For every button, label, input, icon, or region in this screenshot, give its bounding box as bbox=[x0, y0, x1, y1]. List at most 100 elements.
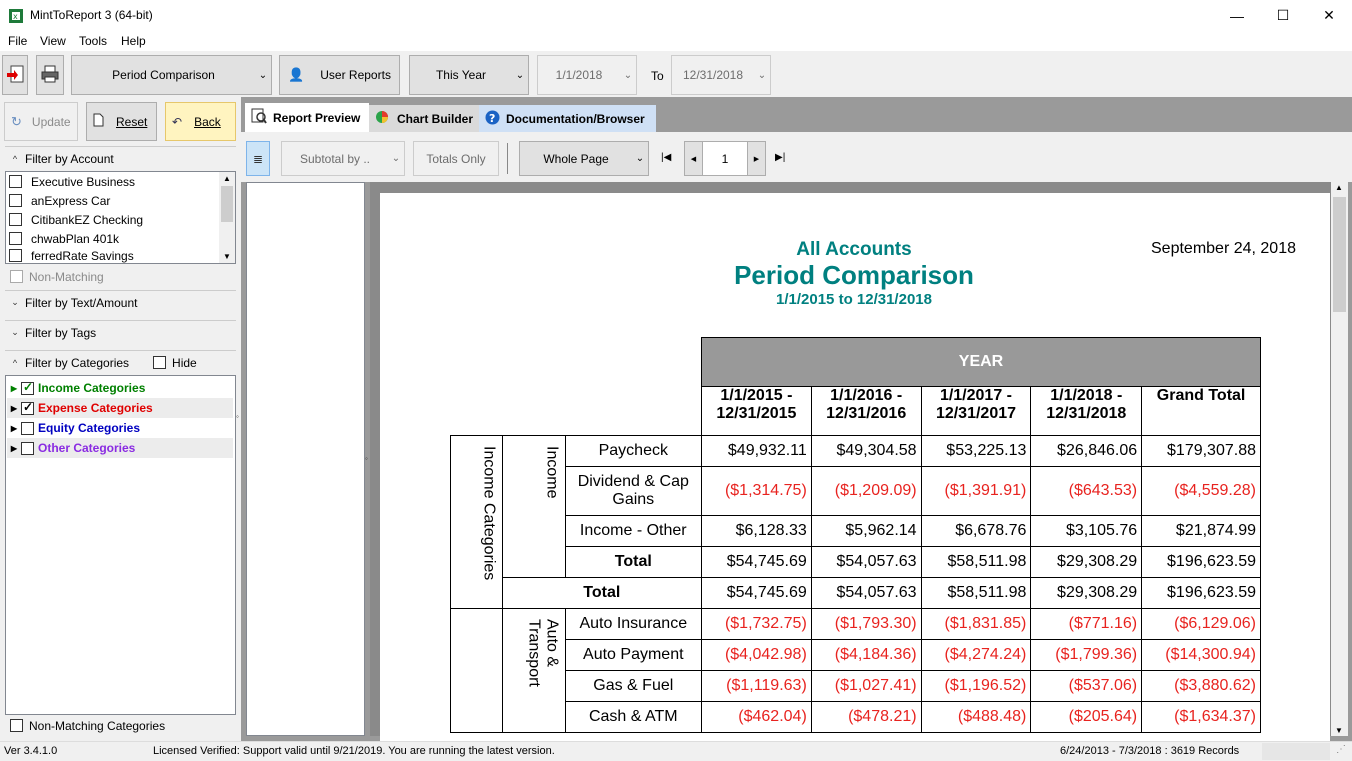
expand-icon[interactable]: ▶ bbox=[7, 444, 21, 453]
checkbox[interactable] bbox=[9, 249, 22, 262]
date-from-picker[interactable]: 1/1/2018 ⌄ bbox=[537, 55, 637, 95]
tree-item-expense[interactable]: ▶Expense Categories bbox=[7, 398, 233, 418]
non-matching-accounts[interactable]: Non-Matching bbox=[10, 267, 104, 286]
report-scrollbar[interactable]: ▲ ▼ bbox=[1331, 182, 1348, 736]
table-cell: $53,225.13 bbox=[920, 435, 1032, 467]
table-cell: ($643.53) bbox=[1030, 466, 1143, 516]
splitter-handle[interactable]: ◦ bbox=[236, 412, 239, 421]
tree-item-equity[interactable]: ▶ Equity Categories bbox=[7, 418, 233, 438]
first-page-icon[interactable]: |◀ bbox=[661, 152, 671, 163]
totals-only-button[interactable]: Totals Only bbox=[413, 141, 499, 176]
filter-tags-header[interactable]: ⌄ Filter by Tags bbox=[5, 320, 236, 344]
minimize-button[interactable]: — bbox=[1214, 0, 1260, 31]
filter-account-header[interactable]: ^ Filter by Account bbox=[5, 146, 236, 170]
table-cell: ($1,831.85) bbox=[920, 608, 1032, 640]
checkbox[interactable] bbox=[9, 175, 22, 188]
prev-page-button[interactable]: ◀ bbox=[685, 142, 703, 175]
table-cell: ($4,274.24) bbox=[920, 639, 1032, 671]
row-label: Paycheck bbox=[564, 435, 702, 467]
checkbox[interactable] bbox=[9, 213, 22, 226]
close-button[interactable]: ✕ bbox=[1306, 0, 1352, 31]
splitter-handle[interactable]: ◦ bbox=[365, 454, 368, 463]
user-icon: 👤 bbox=[288, 67, 305, 82]
row-label: Dividend & Cap Gains bbox=[564, 466, 702, 516]
main-toolbar: Period Comparison ⌄ 👤 User Reports This … bbox=[0, 51, 1352, 97]
page-number-input[interactable]: 1 bbox=[703, 142, 747, 175]
table-cell: ($14,300.94) bbox=[1141, 639, 1261, 671]
row-label: Total bbox=[501, 577, 702, 609]
resize-grip-icon[interactable]: ⋰ bbox=[1336, 744, 1346, 755]
filter-panel: ↻ Update Reset ↶ Back ^ Filter by Accoun… bbox=[0, 97, 241, 741]
status-bar: Ver 3.4.1.0 Licensed Verified: Support v… bbox=[0, 741, 1352, 761]
zoom-select[interactable]: Whole Page ⌄ bbox=[519, 141, 649, 176]
thumbnails-toggle-button[interactable]: ≣ bbox=[246, 141, 270, 176]
account-item[interactable]: ferredRate Savings bbox=[9, 248, 134, 263]
row-group-expense bbox=[450, 608, 503, 733]
version-label: Ver 3.4.1.0 bbox=[4, 745, 58, 757]
tab-documentation[interactable]: ? Documentation/Browser bbox=[479, 105, 656, 132]
chevron-up-icon[interactable]: ▲ bbox=[1335, 183, 1343, 192]
chevron-up-icon: ^ bbox=[12, 153, 18, 164]
to-label: To bbox=[651, 69, 664, 83]
help-icon: ? bbox=[485, 110, 500, 128]
scroll-thumb[interactable] bbox=[221, 186, 233, 222]
checkbox[interactable] bbox=[21, 441, 34, 455]
checkbox[interactable] bbox=[21, 400, 34, 415]
expand-icon[interactable]: ▶ bbox=[7, 424, 21, 433]
table-cell: $49,932.11 bbox=[700, 435, 812, 467]
table-cell: $21,874.99 bbox=[1141, 515, 1261, 547]
subtotal-select[interactable]: Subtotal by .. ⌄ bbox=[281, 141, 405, 176]
period-select[interactable]: This Year ⌄ bbox=[409, 55, 529, 95]
table-cell: ($4,559.28) bbox=[1141, 466, 1261, 516]
table-cell: ($1,732.75) bbox=[700, 608, 812, 640]
maximize-button[interactable]: ☐ bbox=[1260, 0, 1306, 31]
update-button[interactable]: ↻ Update bbox=[4, 102, 78, 141]
tab-report-preview[interactable]: Report Preview bbox=[245, 103, 369, 132]
date-to-picker[interactable]: 12/31/2018 ⌄ bbox=[671, 55, 771, 95]
next-page-button[interactable]: ▶ bbox=[747, 142, 765, 175]
report-toolbar: ≣ Subtotal by .. ⌄ Totals Only Whole Pag… bbox=[241, 132, 1352, 182]
checkbox[interactable] bbox=[21, 421, 34, 435]
menu-tools[interactable]: Tools bbox=[79, 34, 107, 48]
menu-file[interactable]: File bbox=[8, 34, 27, 48]
print-button[interactable] bbox=[36, 55, 64, 95]
checkbox[interactable] bbox=[10, 270, 23, 283]
report-table: YEAR 1/1/2015 - 12/31/2015 1/1/2016 - 12… bbox=[450, 337, 1262, 733]
row-label: Income - Other bbox=[564, 515, 702, 547]
back-button[interactable]: ↶ Back bbox=[165, 102, 236, 141]
expand-icon[interactable]: ▶ bbox=[7, 404, 21, 413]
tab-chart-builder[interactable]: Chart Builder bbox=[369, 105, 479, 132]
checkbox[interactable] bbox=[9, 232, 22, 245]
checkbox[interactable] bbox=[21, 380, 34, 395]
export-button[interactable] bbox=[2, 55, 28, 95]
hide-checkbox[interactable] bbox=[153, 356, 167, 369]
user-reports-button[interactable]: 👤 User Reports bbox=[279, 55, 400, 95]
report-type-select[interactable]: Period Comparison ⌄ bbox=[71, 55, 272, 95]
checkbox[interactable] bbox=[9, 194, 22, 207]
account-item[interactable]: Executive Business bbox=[9, 172, 135, 191]
undo-icon: ↶ bbox=[172, 114, 183, 129]
menu-bar: File View Tools Help bbox=[0, 31, 1352, 51]
menu-help[interactable]: Help bbox=[121, 34, 146, 48]
filter-categories-header[interactable]: ^ Filter by Categories Hide bbox=[5, 350, 236, 374]
account-list-scrollbar[interactable]: ▲ ▼ bbox=[219, 172, 235, 263]
account-item[interactable]: chwabPlan 401k bbox=[9, 229, 119, 248]
non-matching-categories[interactable]: Non-Matching Categories bbox=[10, 716, 165, 735]
tree-item-other[interactable]: ▶ Other Categories bbox=[7, 438, 233, 458]
tree-item-income[interactable]: ▶Income Categories bbox=[7, 378, 233, 398]
scroll-thumb[interactable] bbox=[1333, 197, 1346, 312]
report-title: Period Comparison bbox=[734, 260, 974, 290]
table-cell: ($3,880.62) bbox=[1141, 670, 1261, 702]
chevron-down-icon: ⌄ bbox=[391, 153, 401, 164]
chevron-down-icon[interactable]: ▼ bbox=[1335, 726, 1343, 735]
last-page-icon[interactable]: ▶| bbox=[775, 152, 785, 163]
account-item[interactable]: anExpress Car bbox=[9, 191, 110, 210]
records-count: 6/24/2013 - 7/3/2018 : 3619 Records bbox=[1060, 745, 1240, 757]
chevron-down-icon: ⌄ bbox=[623, 69, 633, 81]
filter-text-header[interactable]: ⌄ Filter by Text/Amount bbox=[5, 290, 236, 314]
expand-icon[interactable]: ▶ bbox=[7, 384, 21, 393]
menu-view[interactable]: View bbox=[40, 34, 66, 48]
account-item[interactable]: CitibankEZ Checking bbox=[9, 210, 143, 229]
checkbox[interactable] bbox=[10, 719, 23, 732]
reset-button[interactable]: Reset bbox=[86, 102, 157, 141]
